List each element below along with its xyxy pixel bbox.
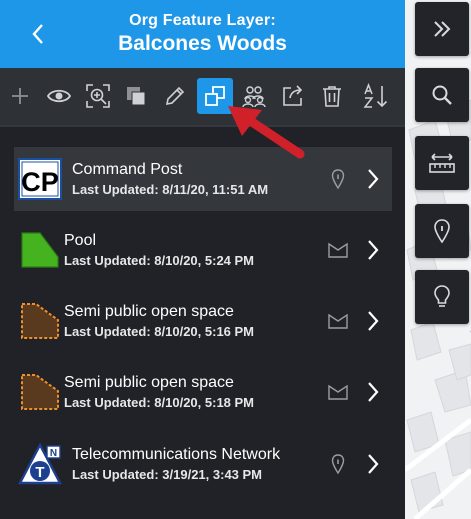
thumb-badge: N (50, 448, 57, 459)
polygon-icon (328, 242, 348, 258)
feature-updated: Last Updated: 8/11/20, 11:51 AM (72, 182, 269, 197)
feature-name: Command Post (72, 161, 183, 178)
feature-name: Pool (64, 232, 97, 249)
pencil-icon (165, 86, 185, 106)
chevron-right-icon (362, 236, 384, 264)
marker-icon (331, 454, 345, 475)
back-button[interactable] (20, 16, 56, 52)
point-type-icon (327, 453, 349, 475)
search-button[interactable] (415, 68, 469, 122)
open-space-polygon-thumbnail (21, 374, 59, 410)
list-item[interactable]: Pool Last Updated: 8/10/20, 5:24 PM (14, 218, 392, 282)
list-item[interactable]: CP Command Post Last Updated: 8/11/20, 1… (14, 147, 392, 211)
collapse-icon (434, 21, 451, 37)
sort-button[interactable] (358, 78, 394, 114)
layer-type-label: Org Feature Layer: (129, 12, 276, 29)
copy-icon (205, 86, 225, 106)
chevron-right-icon (362, 450, 384, 478)
marker-icon (331, 169, 345, 190)
polygon-type-icon (327, 239, 349, 261)
layers-icon (127, 87, 146, 106)
list-item[interactable]: Semi public open space Last Updated: 8/1… (14, 360, 392, 424)
sort-az-icon (363, 83, 388, 108)
polygon-icon (328, 384, 348, 400)
polygon-type-icon (327, 310, 349, 332)
feature-layer-panel: Org Feature Layer: Balcones Woods CP Com… (0, 0, 405, 519)
add-button[interactable] (2, 78, 38, 114)
layers-button[interactable] (118, 78, 154, 114)
chevron-left-icon (32, 24, 43, 44)
chevron-right-icon (362, 165, 384, 193)
share-icon (283, 85, 303, 106)
feature-name: Semi public open space (64, 374, 234, 391)
pool-polygon-thumbnail (21, 232, 59, 268)
marker-button[interactable] (415, 204, 469, 258)
polygon-type-icon (327, 381, 349, 403)
users-icon (242, 86, 266, 108)
chevron-right-icon (362, 307, 384, 335)
edit-button[interactable] (157, 78, 193, 114)
export-button[interactable] (275, 78, 311, 114)
list-item[interactable]: T N Telecommunications Network Last Upda… (14, 432, 392, 496)
marker-icon (434, 219, 450, 244)
bulb-button[interactable] (415, 270, 469, 324)
zoom-to-icon (86, 84, 110, 108)
list-item[interactable]: Semi public open space Last Updated: 8/1… (14, 289, 392, 353)
collapse-panel-button[interactable] (415, 2, 469, 56)
thumb-text: CP (21, 167, 59, 197)
bulb-icon (434, 285, 450, 307)
feature-updated: Last Updated: 8/10/20, 5:24 PM (64, 253, 255, 268)
delete-button[interactable] (314, 78, 350, 114)
share-with-users-button[interactable] (236, 78, 272, 114)
feature-toolbar (0, 68, 405, 125)
feature-name: Telecommunications Network (72, 446, 281, 463)
tn-logo-thumbnail: T N (18, 443, 62, 485)
point-type-icon (327, 168, 349, 190)
copy-button[interactable] (197, 78, 233, 114)
open-space-polygon-thumbnail (21, 303, 59, 339)
add-icon (12, 88, 28, 104)
search-icon (432, 85, 452, 105)
eye-icon (46, 89, 72, 103)
cp-logo-thumbnail: CP (18, 158, 62, 200)
toolbar-divider (0, 125, 405, 127)
feature-updated: Last Updated: 3/19/21, 3:43 PM (72, 467, 263, 482)
chevron-right-icon (362, 378, 384, 406)
page-title: Balcones Woods (118, 32, 287, 55)
feature-updated: Last Updated: 8/10/20, 5:18 PM (64, 395, 255, 410)
feature-name: Semi public open space (64, 303, 234, 320)
zoom-to-button[interactable] (80, 78, 116, 114)
measure-icon (429, 153, 455, 173)
trash-icon (323, 86, 341, 107)
thumb-text: T (35, 464, 44, 481)
polygon-icon (328, 313, 348, 329)
panel-header: Org Feature Layer: Balcones Woods (0, 0, 405, 68)
measure-button[interactable] (415, 136, 469, 190)
visibility-button[interactable] (41, 78, 77, 114)
feature-updated: Last Updated: 8/10/20, 5:16 PM (64, 324, 255, 339)
